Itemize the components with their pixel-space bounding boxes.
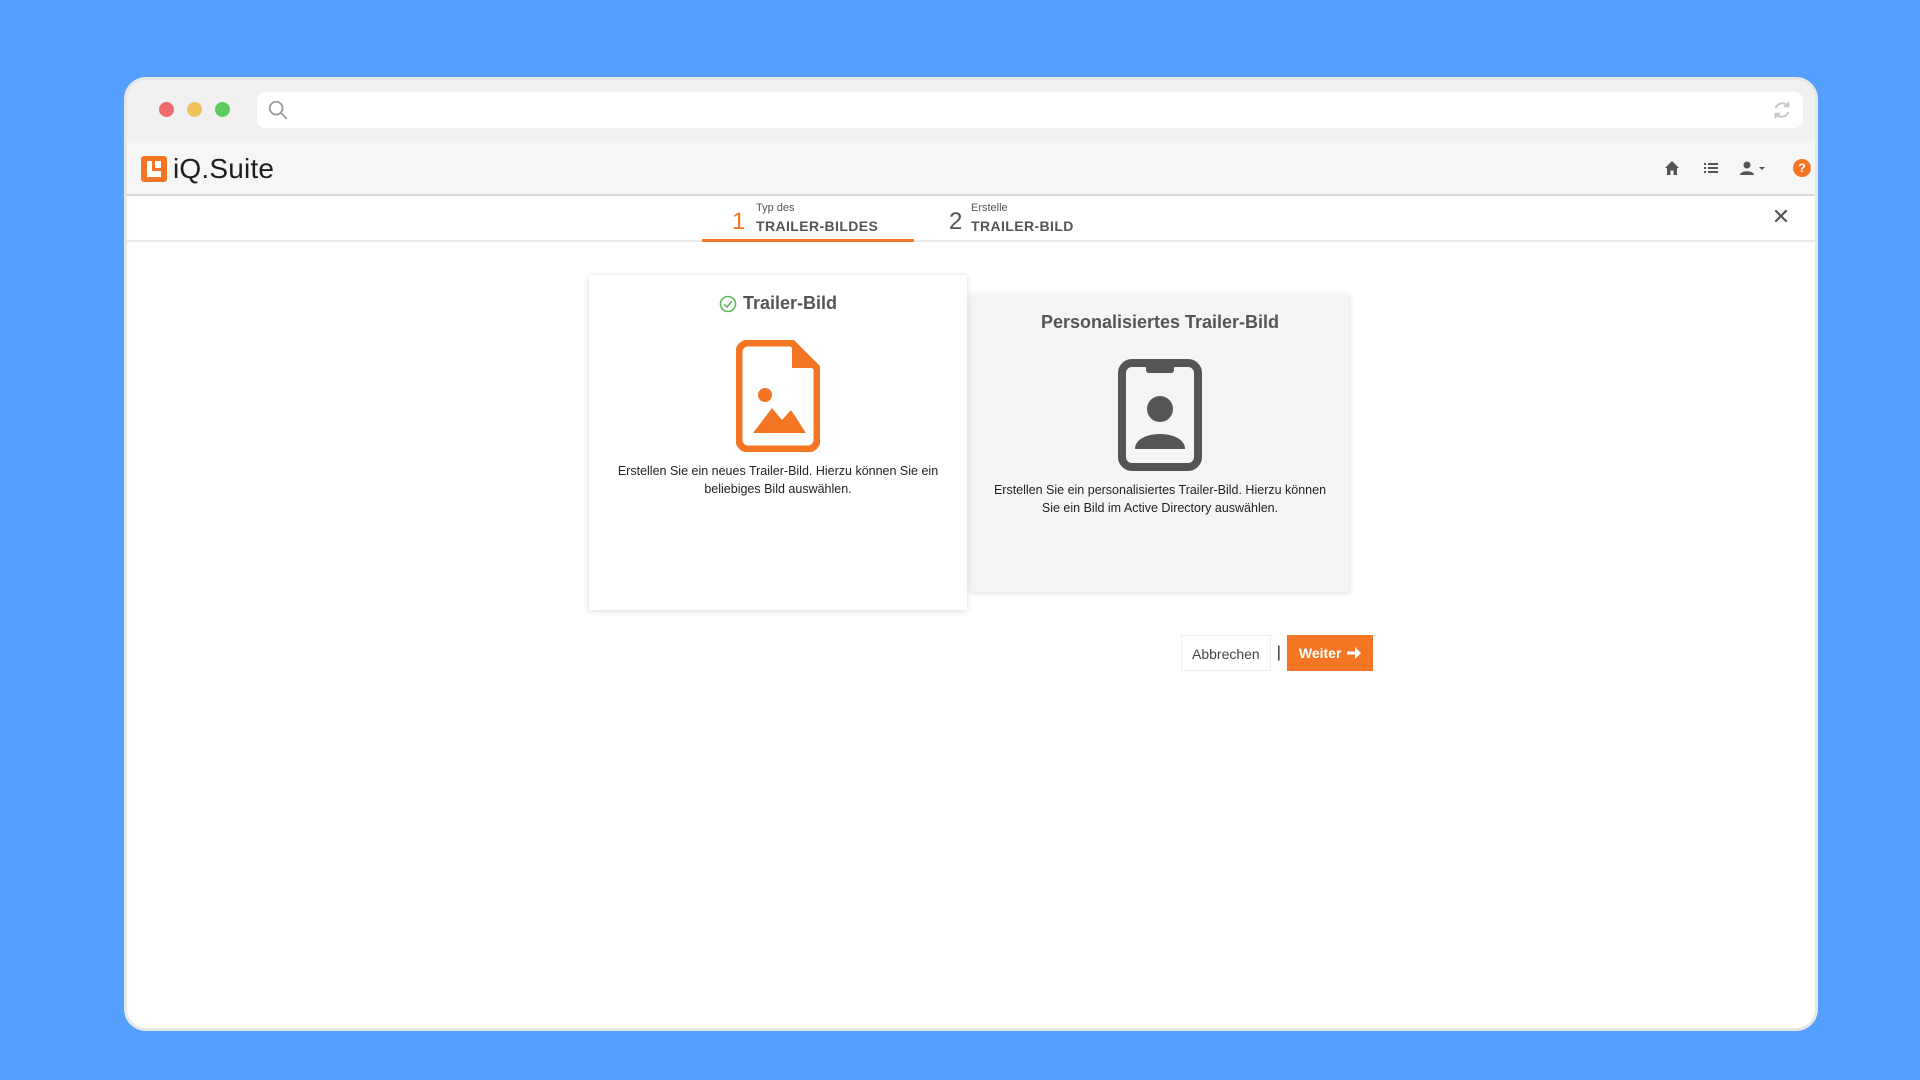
search-icon bbox=[268, 100, 288, 120]
option-title-text: Personalisiertes Trailer-Bild bbox=[1040, 312, 1280, 332]
option-title-text: Trailer-Bild bbox=[742, 293, 838, 313]
list-icon[interactable] bbox=[1703, 158, 1721, 178]
reload-icon[interactable] bbox=[1771, 99, 1793, 121]
maximize-window-button[interactable] bbox=[215, 102, 230, 117]
app-logo[interactable]: iQ.Suite bbox=[141, 153, 274, 185]
arrow-right-icon bbox=[1347, 647, 1362, 659]
button-separator: | bbox=[1276, 644, 1281, 661]
option-description: Erstellen Sie ein personalisiertes Trail… bbox=[993, 483, 1327, 515]
step-label: TRAILER-BILD bbox=[971, 218, 1074, 234]
minimize-window-button[interactable] bbox=[187, 102, 202, 117]
step-caption: Typ des bbox=[756, 202, 795, 214]
address-bar[interactable] bbox=[257, 92, 1803, 128]
step-caption: Erstelle bbox=[971, 202, 1008, 214]
wizard-step-1[interactable]: 1 Typ des TRAILER-BILDES bbox=[702, 196, 914, 242]
option-card-trailer-image[interactable]: Trailer-Bild Erstellen Sie ein neues Tra… bbox=[589, 275, 967, 610]
wizard-step-2[interactable]: 2 Erstelle TRAILER-BILD bbox=[949, 196, 1149, 242]
next-button[interactable]: Weiter bbox=[1286, 635, 1374, 671]
option-title: Personalisiertes Trailer-Bild bbox=[971, 312, 1349, 333]
app-header: iQ.Suite ? bbox=[127, 140, 1815, 196]
option-card-personalized-image[interactable]: Personalisiertes Trailer-Bild Erstellen … bbox=[971, 294, 1349, 592]
step-number: 2 bbox=[949, 208, 963, 235]
home-icon[interactable] bbox=[1664, 158, 1682, 178]
check-circle-icon bbox=[719, 295, 737, 312]
help-icon[interactable]: ? bbox=[1793, 159, 1811, 177]
user-menu-icon[interactable] bbox=[1739, 158, 1769, 178]
wizard-actions: Abbrechen | Weiter bbox=[1181, 635, 1374, 671]
step-label: TRAILER-BILDES bbox=[756, 218, 879, 234]
image-file-icon bbox=[736, 340, 820, 452]
browser-chrome bbox=[127, 80, 1815, 140]
next-button-label: Weiter bbox=[1298, 645, 1342, 661]
close-icon[interactable]: ✕ bbox=[1769, 205, 1793, 229]
app-name: iQ.Suite bbox=[173, 153, 275, 184]
option-description: Erstellen Sie ein neues Trailer-Bild. Hi… bbox=[617, 464, 939, 496]
header-nav: ? bbox=[1611, 158, 1811, 180]
close-window-button[interactable] bbox=[159, 102, 174, 117]
step-number: 1 bbox=[732, 208, 746, 235]
browser-window: iQ.Suite ? 1 Typ des TRAILER-BILDES 2 Er… bbox=[124, 77, 1818, 1031]
option-title: Trailer-Bild bbox=[589, 293, 967, 314]
id-badge-icon bbox=[1118, 359, 1202, 471]
iq-logo-icon bbox=[141, 156, 167, 182]
wizard-steps: 1 Typ des TRAILER-BILDES 2 Erstelle TRAI… bbox=[127, 196, 1815, 242]
cancel-button[interactable]: Abbrechen bbox=[1181, 635, 1271, 671]
